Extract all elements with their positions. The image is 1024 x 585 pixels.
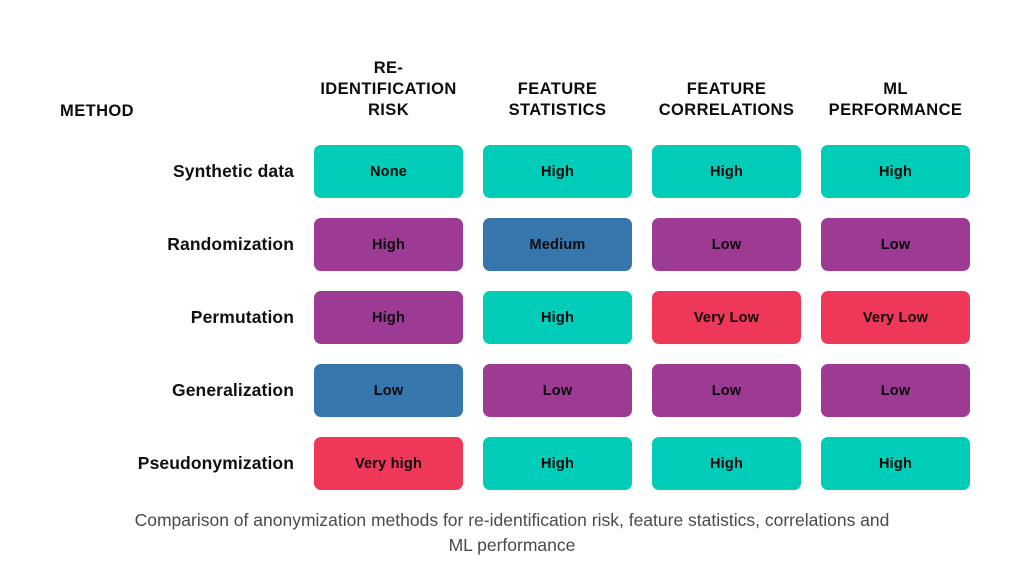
header-gap-3 [801,124,821,125]
table-row: Pseudonymization Very high High High Hig… [0,437,1024,490]
table-row: Synthetic data None High High High [0,145,1024,198]
cell-synthetic-data-re-identification-risk: None [314,145,463,198]
row-gap [632,463,652,464]
column-header-feature-correlations: FEATURE CORRELATIONS [658,79,795,119]
row-label-randomization: Randomization [167,234,294,254]
row-gap [632,317,652,318]
row-gap [463,390,483,391]
header-gap-2 [632,124,652,125]
column-header-re-identification-risk: RE-IDENTIFICATION RISK [320,58,457,119]
row-gap [463,463,483,464]
row-label-permutation: Permutation [190,307,294,327]
row-label-generalization: Generalization [172,380,294,400]
cell-generalization-feature-correlations: Low [652,364,801,417]
cell-permutation-ml-performance: Very Low [821,291,970,344]
cell-generalization-ml-performance: Low [821,364,970,417]
cell-randomization-ml-performance: Low [821,218,970,271]
table-header-row: METHOD RE-IDENTIFICATION RISK FEATURE ST… [0,55,1024,125]
cell-randomization-feature-statistics: Medium [483,218,632,271]
cell-pseudonymization-ml-performance: High [821,437,970,490]
cell-permutation-feature-correlations: Very Low [652,291,801,344]
row-label-pseudonymization: Pseudonymization [137,453,294,473]
column-header-ml-performance: ML PERFORMANCE [828,79,963,119]
table-row: Permutation High High Very Low Very Low [0,291,1024,344]
cell-pseudonymization-feature-correlations: High [652,437,801,490]
row-gap [463,171,483,172]
row-label-synthetic-data: Synthetic data [172,161,294,181]
column-header-method: METHOD [60,102,134,120]
cell-pseudonymization-feature-statistics: High [483,437,632,490]
cell-pseudonymization-re-identification-risk: Very high [314,437,463,490]
row-gap [801,463,821,464]
row-gap [632,390,652,391]
cell-generalization-feature-statistics: Low [483,364,632,417]
cell-synthetic-data-feature-correlations: High [652,145,801,198]
row-gap [463,244,483,245]
comparison-grid: METHOD RE-IDENTIFICATION RISK FEATURE ST… [0,55,1024,490]
cell-permutation-re-identification-risk: High [314,291,463,344]
figure-caption: Comparison of anonymization methods for … [134,510,890,556]
row-gap [632,244,652,245]
row-gap [801,317,821,318]
row-gap [463,317,483,318]
cell-randomization-feature-correlations: Low [652,218,801,271]
header-gap-1 [463,124,483,125]
anonymization-comparison-figure: METHOD RE-IDENTIFICATION RISK FEATURE ST… [0,0,1024,585]
row-gap [632,171,652,172]
row-gap [801,390,821,391]
row-gap [801,171,821,172]
row-gap [801,244,821,245]
table-row: Randomization High Medium Low Low [0,218,1024,271]
table-row: Generalization Low Low Low Low [0,364,1024,417]
column-header-feature-statistics: FEATURE STATISTICS [508,79,607,119]
cell-generalization-re-identification-risk: Low [314,364,463,417]
cell-synthetic-data-ml-performance: High [821,145,970,198]
cell-synthetic-data-feature-statistics: High [483,145,632,198]
cell-randomization-re-identification-risk: High [314,218,463,271]
cell-permutation-feature-statistics: High [483,291,632,344]
